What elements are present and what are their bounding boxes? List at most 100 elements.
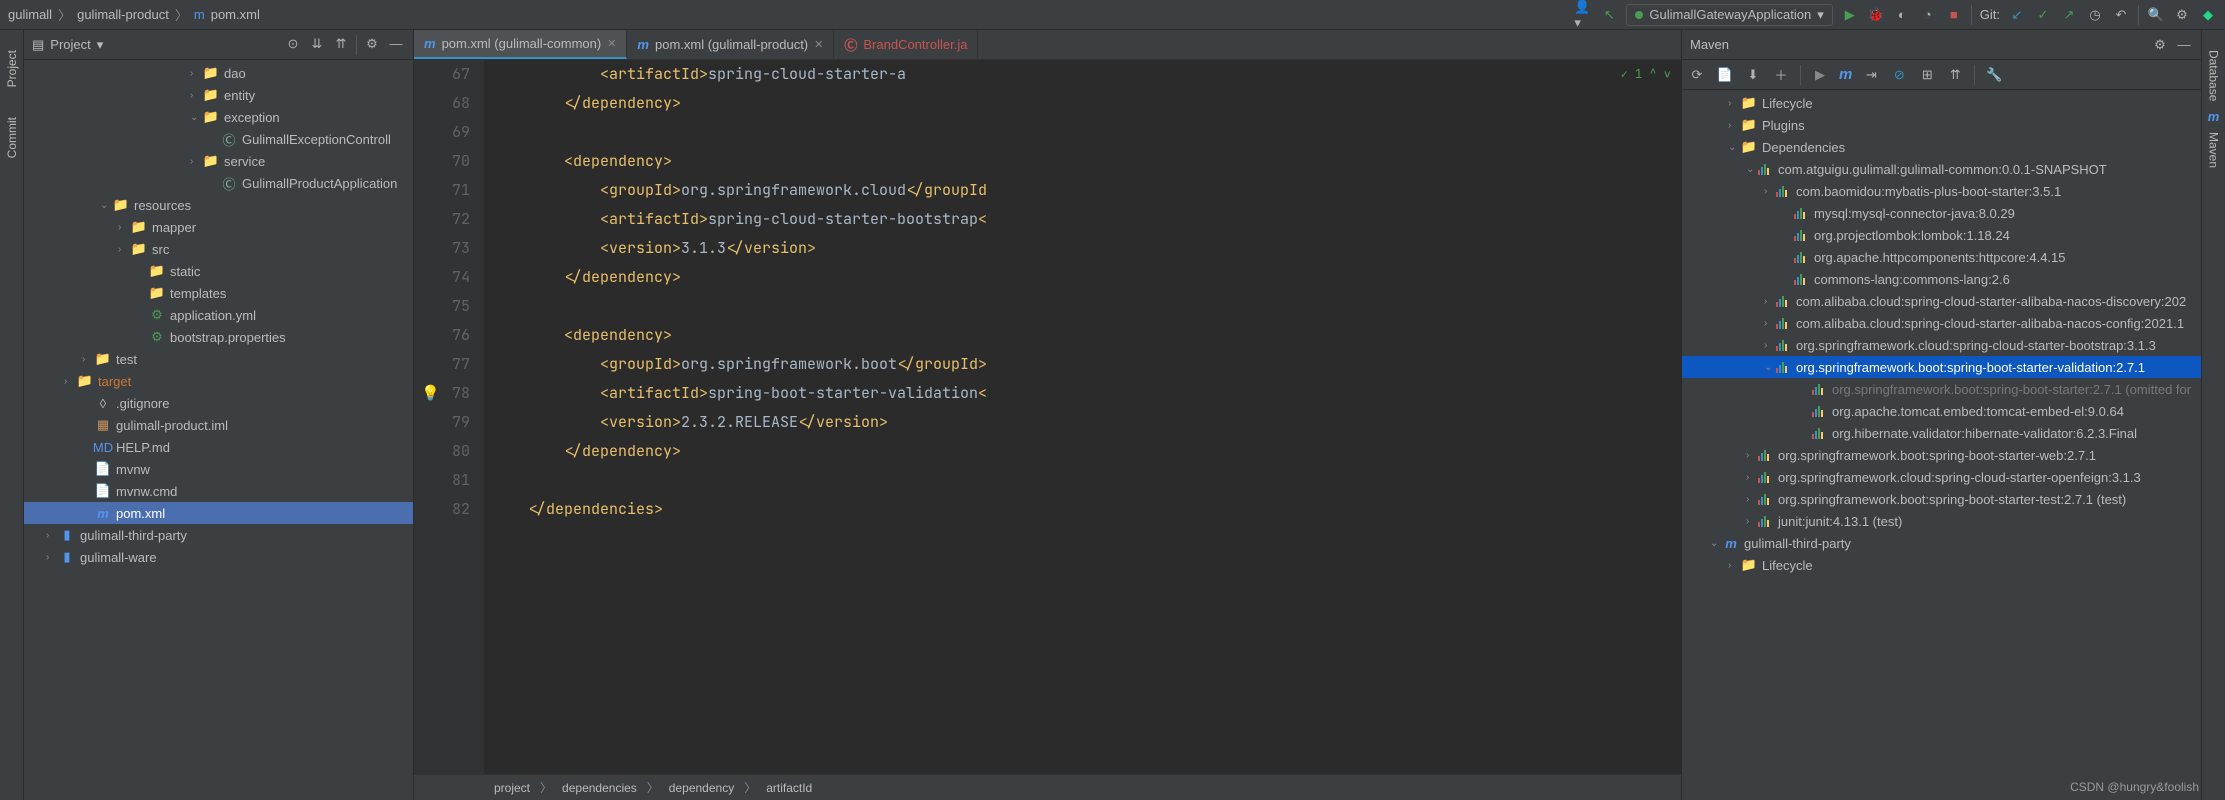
maven-tree-row[interactable]: ›org.springframework.boot:spring-boot-st… [1682, 444, 2201, 466]
maven-tree-row[interactable]: ⌄📁Dependencies [1682, 136, 2201, 158]
project-tree-row[interactable]: 📄mvnw.cmd [24, 480, 413, 502]
breadcrumb-module[interactable]: gulimall-product [77, 7, 169, 22]
expand-all-icon[interactable]: ⇊ [308, 35, 326, 53]
gear-icon[interactable]: ⚙ [363, 35, 381, 53]
search-icon[interactable]: 🔍 [2147, 6, 2165, 24]
maven-tree-row[interactable]: commons-lang:commons-lang:2.6 [1682, 268, 2201, 290]
maven-tree-row[interactable]: ⌄org.springframework.boot:spring-boot-st… [1682, 356, 2201, 378]
maven-tree-row[interactable]: ›com.alibaba.cloud:spring-cloud-starter-… [1682, 312, 2201, 334]
project-tree-row[interactable]: ›📁src [24, 238, 413, 260]
maven-tree-row[interactable]: org.projectlombok:lombok:1.18.24 [1682, 224, 2201, 246]
project-tree[interactable]: ›📁dao›📁entity⌄📁exceptionⒸGulimallExcepti… [24, 60, 413, 800]
collapse-all-icon[interactable]: ⇈ [332, 35, 350, 53]
project-tree-row[interactable]: ⒸGulimallProductApplication [24, 172, 413, 194]
bulb-icon[interactable]: 💡 [421, 379, 440, 408]
project-tree-row[interactable]: ›▮gulimall-ware [24, 546, 413, 568]
maven-tree-row[interactable]: ›com.baomidou:mybatis-plus-boot-starter:… [1682, 180, 2201, 202]
debug-icon[interactable]: 🐞 [1867, 6, 1885, 24]
settings-icon[interactable]: 🔧 [1985, 66, 2003, 84]
maven-tree-row[interactable]: mysql:mysql-connector-java:8.0.29 [1682, 202, 2201, 224]
maven-tree-row[interactable]: ›org.springframework.cloud:spring-cloud-… [1682, 334, 2201, 356]
user-icon[interactable]: 👤▾ [1574, 6, 1592, 24]
profile-icon[interactable]: ◔ [1919, 6, 1937, 24]
project-tree-row[interactable]: mpom.xml [24, 502, 413, 524]
toggle-offline-icon[interactable]: ⇥ [1862, 66, 1880, 84]
project-header-title[interactable]: Project [50, 37, 90, 52]
rail-project[interactable]: Project [5, 50, 19, 87]
maven-tree[interactable]: ›📁Lifecycle›📁Plugins⌄📁Dependencies⌄com.a… [1682, 90, 2201, 800]
maven-tree-row[interactable]: org.springframework.boot:spring-boot-sta… [1682, 378, 2201, 400]
maven-tree-row[interactable]: org.apache.httpcomponents:httpcore:4.4.1… [1682, 246, 2201, 268]
git-commit-icon[interactable]: ✓ [2034, 6, 2052, 24]
maven-tree-row[interactable]: org.apache.tomcat.embed:tomcat-embed-el:… [1682, 400, 2201, 422]
hide-icon[interactable]: — [2175, 36, 2193, 54]
project-tree-row[interactable]: ›📁entity [24, 84, 413, 106]
chevron-down-icon[interactable]: ▾ [97, 37, 104, 53]
build-icon[interactable]: ↖ [1600, 6, 1618, 24]
breadcrumb-file[interactable]: pom.xml [211, 7, 260, 22]
run-icon[interactable]: ▶ [1811, 66, 1829, 84]
project-tree-row[interactable]: 📁templates [24, 282, 413, 304]
git-push-icon[interactable]: ↗ [2060, 6, 2078, 24]
run-icon[interactable]: ▶ [1841, 6, 1859, 24]
project-tree-row[interactable]: ⚙bootstrap.properties [24, 326, 413, 348]
maven-tree-row[interactable]: ›junit:junit:4.13.1 (test) [1682, 510, 2201, 532]
project-tree-row[interactable]: ›📁service [24, 150, 413, 172]
editor-status[interactable]: ✓ 1 ^ ∨ [1621, 66, 1671, 82]
project-tree-row[interactable]: 📁static [24, 260, 413, 282]
editor-code[interactable]: <artifactId>spring-cloud-starter-a </dep… [484, 60, 1681, 774]
select-opened-icon[interactable]: ⊙ [284, 35, 302, 53]
stop-icon[interactable]: ■ [1945, 6, 1963, 24]
collapse-all-icon[interactable]: ⇈ [1946, 66, 1964, 84]
show-deps-icon[interactable]: ⊞ [1918, 66, 1936, 84]
project-tree-row[interactable]: ›📁dao [24, 62, 413, 84]
project-tree-row[interactable]: ⌄📁exception [24, 106, 413, 128]
project-tree-row[interactable]: ◊.gitignore [24, 392, 413, 414]
maven-tree-row[interactable]: ›com.alibaba.cloud:spring-cloud-starter-… [1682, 290, 2201, 312]
git-history-icon[interactable]: ◷ [2086, 6, 2104, 24]
generate-sources-icon[interactable]: 📄 [1716, 66, 1734, 84]
execute-goal-icon[interactable]: m [1839, 66, 1852, 83]
rail-database[interactable]: Database [2207, 50, 2221, 101]
maven-tree-row[interactable]: org.hibernate.validator:hibernate-valida… [1682, 422, 2201, 444]
editor-tab[interactable]: mpom.xml (gulimall-product)✕ [627, 30, 834, 59]
editor-body[interactable]: ✓ 1 ^ ∨ 6768697071727374757677💡787980818… [414, 60, 1681, 774]
editor-tab[interactable]: mpom.xml (gulimall-common)✕ [414, 30, 627, 59]
toggle-skip-tests-icon[interactable]: ⊘ [1890, 66, 1908, 84]
maven-tree-row[interactable]: ›org.springframework.cloud:spring-cloud-… [1682, 466, 2201, 488]
project-tree-row[interactable]: ›📁mapper [24, 216, 413, 238]
settings-icon[interactable]: ⚙ [2173, 6, 2191, 24]
project-tree-row[interactable]: 📄mvnw [24, 458, 413, 480]
project-tree-row[interactable]: ⒸGulimallExceptionControll [24, 128, 413, 150]
maven-tree-row[interactable]: ›org.springframework.boot:spring-boot-st… [1682, 488, 2201, 510]
rail-commit[interactable]: Commit [5, 117, 19, 158]
toolbox-icon[interactable]: ◆ [2199, 6, 2217, 24]
project-tree-row[interactable]: ›📁test [24, 348, 413, 370]
download-sources-icon[interactable]: ⬇ [1744, 66, 1762, 84]
project-tree-row[interactable]: MDHELP.md [24, 436, 413, 458]
git-pull-icon[interactable]: ↙ [2008, 6, 2026, 24]
maven-tree-row[interactable]: ⌄com.atguigu.gulimall:gulimall-common:0.… [1682, 158, 2201, 180]
project-tree-row[interactable]: ›📁target [24, 370, 413, 392]
breadcrumb-item[interactable]: project [494, 781, 530, 795]
breadcrumb-item[interactable]: artifactId [766, 781, 812, 795]
maven-tree-row[interactable]: ⌄mgulimall-third-party [1682, 532, 2201, 554]
close-icon[interactable]: ✕ [607, 37, 616, 50]
maven-tree-row[interactable]: ›📁Plugins [1682, 114, 2201, 136]
git-revert-icon[interactable]: ↶ [2112, 6, 2130, 24]
project-tree-row[interactable]: ⚙application.yml [24, 304, 413, 326]
gear-icon[interactable]: ⚙ [2151, 36, 2169, 54]
reload-icon[interactable]: ⟳ [1688, 66, 1706, 84]
add-project-icon[interactable]: ＋ [1772, 66, 1790, 84]
breadcrumb-item[interactable]: dependencies [562, 781, 637, 795]
hide-icon[interactable]: — [387, 35, 405, 53]
close-icon[interactable]: ✕ [814, 38, 823, 51]
maven-tree-row[interactable]: ›📁Lifecycle [1682, 92, 2201, 114]
breadcrumb-item[interactable]: dependency [669, 781, 734, 795]
run-config-selector[interactable]: GulimallGatewayApplication ▾ [1626, 4, 1832, 26]
breadcrumb-root[interactable]: gulimall [8, 7, 52, 22]
project-tree-row[interactable]: ⌄📁resources [24, 194, 413, 216]
coverage-icon[interactable]: ◐ [1893, 6, 1911, 24]
rail-maven[interactable]: Maven [2207, 132, 2221, 168]
project-tree-row[interactable]: ▦gulimall-product.iml [24, 414, 413, 436]
